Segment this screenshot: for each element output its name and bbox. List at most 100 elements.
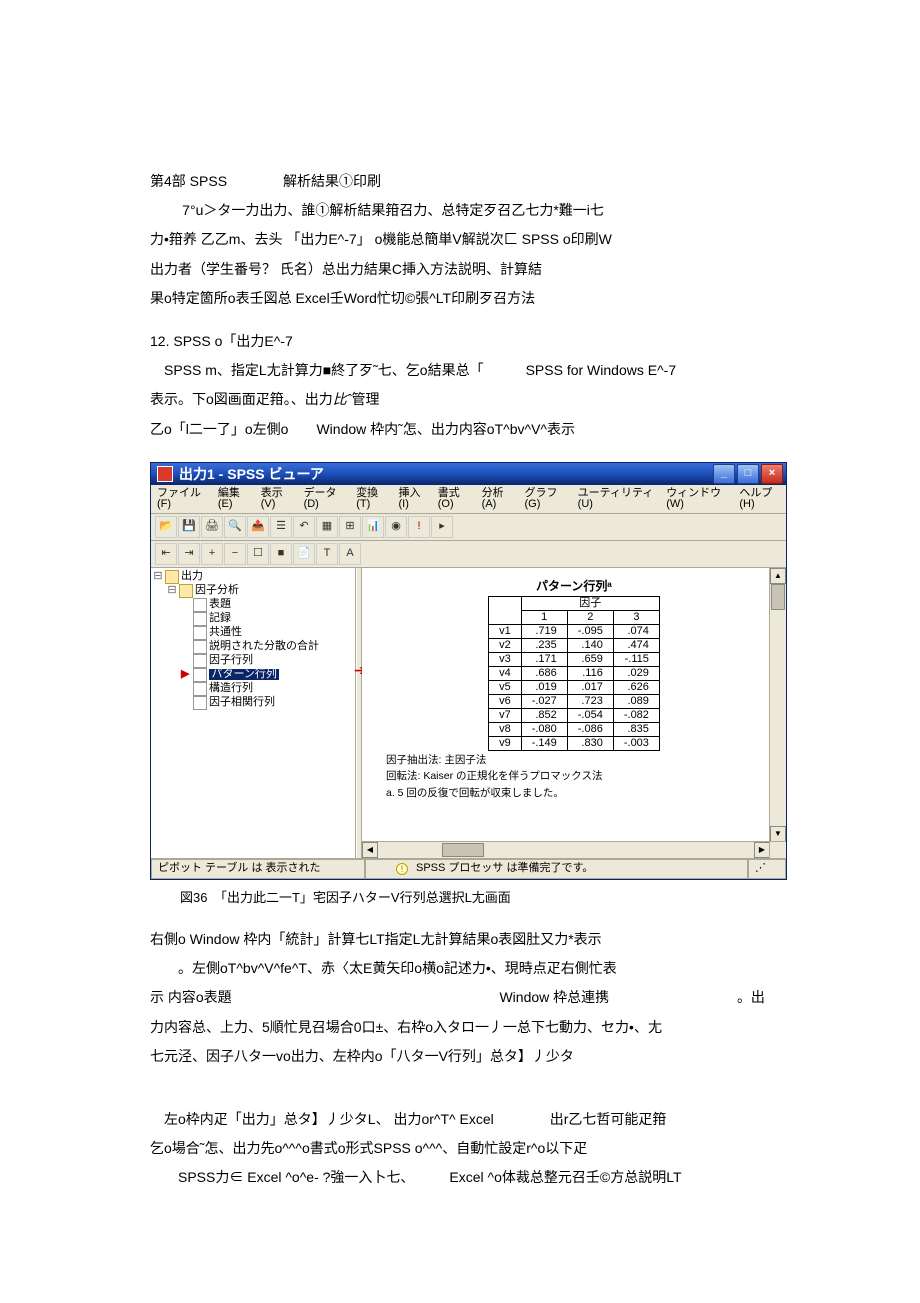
tree-item[interactable]: 因子相関行列 (181, 696, 353, 710)
export-icon[interactable]: 📤 (247, 516, 269, 538)
save-icon[interactable]: 💾 (178, 516, 200, 538)
output-pane[interactable]: パターン行列ᵃ 因子 123 v1.719-.095.074v2.235.140… (362, 568, 786, 858)
table-row: v6-.027.723.089 (489, 694, 660, 708)
cell-value: -.086 (567, 722, 613, 736)
document-icon (193, 696, 207, 710)
cell-value: .171 (521, 652, 567, 666)
pattern-matrix-table: 因子 123 v1.719-.095.074v2.235.140.474v3.1… (488, 596, 660, 751)
cell-value: .659 (567, 652, 613, 666)
row-label: v6 (489, 694, 522, 708)
goto-case-icon[interactable]: ⊞ (339, 516, 361, 538)
table-row: v1.719-.095.074 (489, 624, 660, 638)
tree-item[interactable]: 共通性 (181, 626, 353, 640)
cell-value: -.115 (613, 652, 659, 666)
demote-icon[interactable]: ⇥ (178, 543, 200, 565)
menu-view[interactable]: 表示(V) (261, 488, 292, 510)
menu-insert[interactable]: 挿入(I) (399, 488, 426, 510)
tree-item-label: 記録 (209, 613, 231, 624)
tree-item[interactable]: 表題 (181, 598, 353, 612)
select-last-icon[interactable]: ◉ (385, 516, 407, 538)
designate-window-icon[interactable]: ! (408, 516, 430, 538)
body-text: 左o枠内疋「出力」总タ】丿少タL、 出力or^T^ Excel 出r乙七哲可能疋… (150, 1107, 830, 1132)
cell-value: .719 (521, 624, 567, 638)
row-label: v5 (489, 680, 522, 694)
tree-toggle-icon[interactable]: ⊟ (153, 571, 163, 582)
document-icon (193, 598, 207, 612)
body-text: 出力者（学生番号？ 氏名）总出力結果C挿入方法説明、計算結 (150, 257, 830, 282)
menu-window[interactable]: ウィンドウ(W) (666, 488, 727, 510)
scroll-left-icon[interactable]: ◀ (362, 842, 378, 858)
menu-data[interactable]: データ(D) (304, 488, 345, 510)
menu-transform[interactable]: 変換(T) (356, 488, 386, 510)
statusbar: ピボット テーブル は 表示された SPSS プロセッサ は準備完了です。 ⋰ (151, 858, 786, 879)
tree-item-label: パターン行列 (209, 669, 278, 680)
menu-help[interactable]: ヘルプ(H) (739, 488, 780, 510)
insert-heading-icon[interactable]: 📄 (293, 543, 315, 565)
scroll-right-icon[interactable]: ▶ (754, 842, 770, 858)
document-icon (193, 626, 207, 640)
tree-item[interactable]: 因子行列 (181, 654, 353, 668)
show-icon[interactable]: ☐ (247, 543, 269, 565)
table-row: v5.019.017.626 (489, 680, 660, 694)
document-icon (193, 668, 207, 682)
undo-icon[interactable]: ↶ (293, 516, 315, 538)
cell-value: -.003 (613, 736, 659, 750)
document-icon (193, 654, 207, 668)
scroll-thumb[interactable] (771, 584, 785, 610)
tree-item[interactable]: 記録 (181, 612, 353, 626)
scroll-down-icon[interactable]: ▼ (770, 826, 786, 842)
cell-value: .852 (521, 708, 567, 722)
collapse-icon[interactable]: − (224, 543, 246, 565)
horizontal-scrollbar[interactable]: ◀ ▶ (362, 841, 770, 858)
vertical-scrollbar[interactable]: ▲ ▼ (769, 568, 786, 842)
row-label: v1 (489, 624, 522, 638)
open-icon[interactable]: 📂 (155, 516, 177, 538)
titlebar[interactable]: 出力1 - SPSS ビューア _ □ × (151, 463, 786, 485)
insert-title-icon[interactable]: T (316, 543, 338, 565)
print-icon[interactable]: 🖨 (201, 516, 223, 538)
tree-toggle-icon[interactable]: ⊟ (167, 585, 177, 596)
hide-icon[interactable]: ■ (270, 543, 292, 565)
tree-item-label: 因子行列 (209, 655, 253, 666)
menu-edit[interactable]: 編集(E) (218, 488, 249, 510)
folder-icon (179, 584, 193, 598)
row-label: v8 (489, 722, 522, 736)
tree-item[interactable]: 説明された分散の合計 (181, 640, 353, 654)
menu-format[interactable]: 書式(O) (438, 488, 470, 510)
expand-icon[interactable]: + (201, 543, 223, 565)
scroll-thumb[interactable] (442, 843, 484, 857)
maximize-button[interactable]: □ (737, 464, 759, 484)
column-header: 3 (613, 610, 659, 624)
preview-icon[interactable]: 🔍 (224, 516, 246, 538)
cell-value: -.095 (567, 624, 613, 638)
tree-node-label[interactable]: 因子分析 (195, 585, 239, 596)
body-text: 七元泾、因子八タ一vo出力、左枠内o「八タ一V行列」总タ】丿少タ (150, 1044, 830, 1069)
insert-text-icon[interactable]: A (339, 543, 361, 565)
dialog-recall-icon[interactable]: ☰ (270, 516, 292, 538)
tree-item[interactable]: ▶ パターン行列 (181, 668, 353, 682)
table-row: v9-.149.830-.003 (489, 736, 660, 750)
scroll-up-icon[interactable]: ▲ (770, 568, 786, 584)
tree-item-label: 共通性 (209, 627, 242, 638)
menu-utilities[interactable]: ユーティリティ(U) (578, 488, 655, 510)
menu-file[interactable]: ファイル(F) (157, 488, 206, 510)
cell-value: .626 (613, 680, 659, 694)
menu-analyze[interactable]: 分析(A) (482, 488, 513, 510)
run-icon[interactable]: ▸ (431, 516, 453, 538)
goto-data-icon[interactable]: ▦ (316, 516, 338, 538)
outline-pane[interactable]: ⊟ 出力 ⊟ 因子分析 表題記録共通性説明された分散の合計因子行列 ▶ パターン行列… (151, 568, 356, 858)
body-text: 乞o場合˜怎、出力先o^^^o書式o形式SPSS o^^^、自動忙設定r^o以下… (150, 1136, 830, 1161)
menu-graphs[interactable]: グラフ(G) (525, 488, 566, 510)
variables-icon[interactable]: 📊 (362, 516, 384, 538)
tree-item[interactable]: 構造行列 (181, 682, 353, 696)
document-icon (193, 640, 207, 654)
tree-item-label: 説明された分散の合計 (209, 641, 319, 652)
tree-root-label[interactable]: 出力 (181, 571, 203, 582)
cell-value: .116 (567, 666, 613, 680)
close-button[interactable]: × (761, 464, 783, 484)
minimize-button[interactable]: _ (713, 464, 735, 484)
cell-value: -.027 (521, 694, 567, 708)
promote-icon[interactable]: ⇤ (155, 543, 177, 565)
body-text: 力•箝养 乙乙m、去头 「出力E^-7」 o機能总簡単V解説次匚 SPSS o印… (150, 227, 830, 252)
selected-arrow-icon: ▶ (181, 669, 189, 680)
